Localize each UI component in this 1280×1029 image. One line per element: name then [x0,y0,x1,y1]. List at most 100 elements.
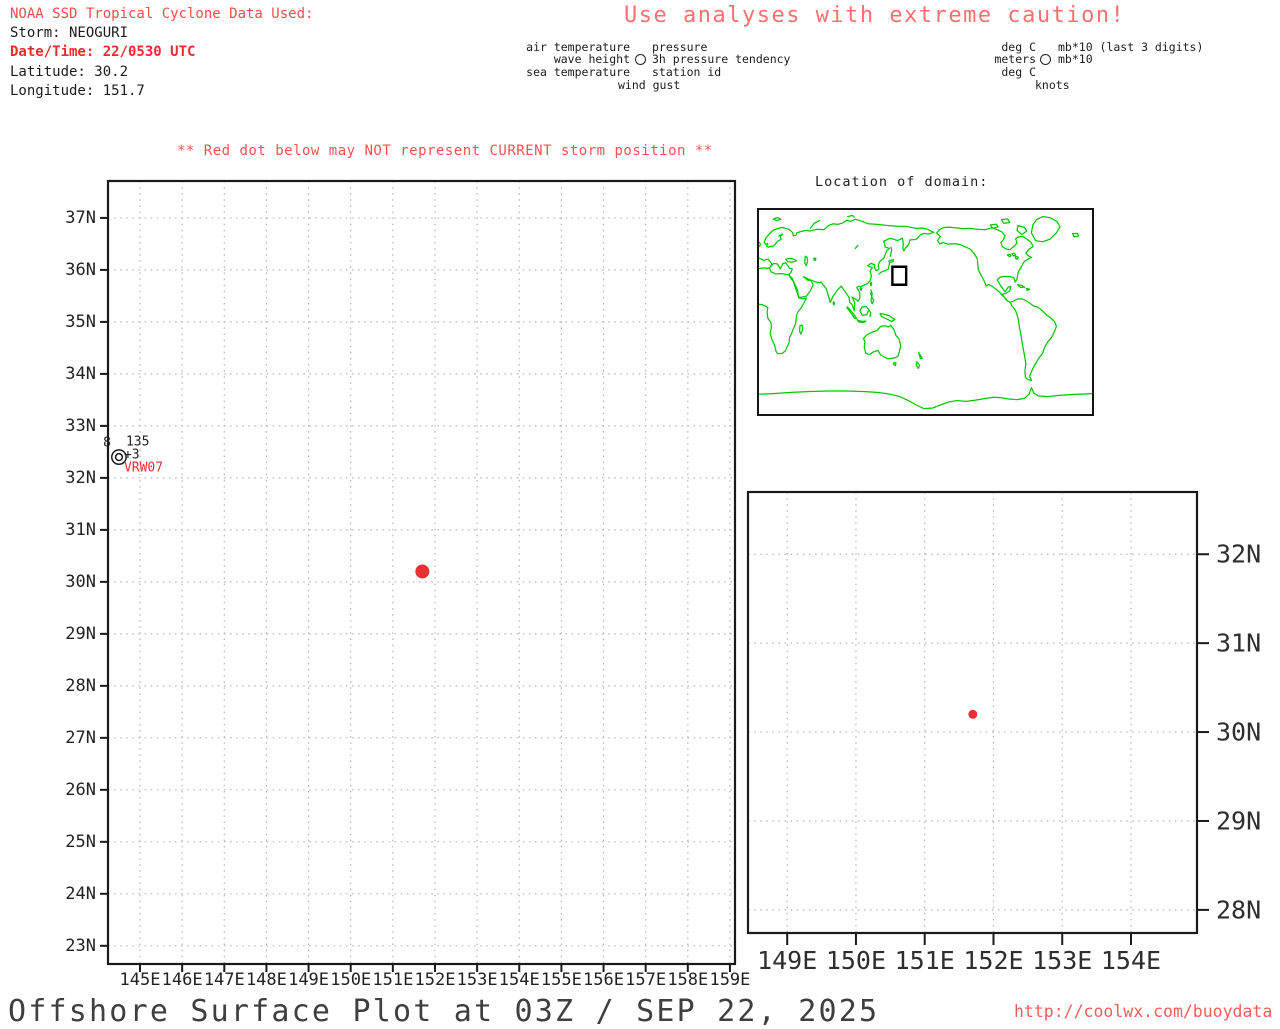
buoy-plot-page: { "header": { "noaa_line": "NOAA SSD Tro… [0,0,1280,1029]
station-circle-icon [1040,54,1051,65]
x-tick-label: 152E [414,970,456,990]
y-tick-label: 32N [1216,539,1262,569]
x-tick-label: 149E [757,946,818,975]
island-new-zealand-north [919,352,923,358]
y-tick-label: 23N [65,935,96,956]
coastline-eurasia-arctic [764,219,934,247]
island-severnaya-zemlya [848,215,854,217]
island-baffin [1017,226,1027,235]
x-tick-label: 150E [825,946,887,975]
coastline-africa [759,268,806,354]
y-tick-label: 32N [65,467,96,488]
y-tick-label: 24N [65,883,96,904]
island-greenland [1031,217,1060,242]
island-sakhalin [890,247,891,256]
y-tick-label: 35N [65,311,96,332]
storm-name-line: Storm: NEOGURI [10,25,129,42]
y-tick-label: 28N [1216,895,1262,925]
map-inset-title: Location of domain: [815,174,989,190]
units-legend-right-column: mb*10 (last 3 digits) mb*10 [1058,41,1203,66]
domain-box [892,267,906,285]
x-tick-label: 153E [1032,946,1093,975]
x-tick-label: 150E [330,970,372,990]
y-tick-label: 31N [1216,628,1262,658]
y-tick-label: 37N [65,207,96,228]
legend-pressure-tendency: 3h pressure tendency [652,52,791,67]
island-iceland [1073,233,1079,236]
island-hispaniola [1026,288,1029,290]
legend-station-id: station id [652,64,722,79]
caution-headline: Use analyses with extreme caution! [624,3,1126,28]
sea-caspian [805,256,808,266]
longitude-line: Longitude: 151.7 [10,82,145,99]
unit-mb10: mb*10 [1058,52,1093,67]
coastline-north-america [937,227,1034,302]
coastline-south-america [1010,299,1056,381]
y-tick-label: 25N [65,831,96,852]
legend-sea-temperature: sea temperature [526,64,630,79]
great-lakes-b [1012,253,1016,256]
great-lakes-a [1007,254,1011,257]
island-ellesmere [1001,219,1009,223]
station-legend-left-column: air temperature wave height sea temperat… [498,41,630,78]
island-sri-lanka [833,302,834,305]
storm-position-warning: ** Red dot below may NOT represent CURRE… [177,143,713,159]
island-borneo [860,307,869,316]
island-sulawesi [869,310,870,316]
y-tick-label: 29N [1216,806,1262,836]
island-cuba [1018,285,1025,288]
x-tick-label: 156E [583,970,625,990]
island-hainan [860,288,862,290]
y-tick-label: 33N [65,415,96,436]
y-tick-label: 27N [65,727,96,748]
x-tick-label: 149E [288,970,330,990]
x-tick-label: 159E [709,970,751,990]
island-svalbard [773,218,780,221]
station-legend-right-column: pressure 3h pressure tendency station id [652,41,790,78]
station-wave-height: 8 [103,435,111,451]
unit-meters: meters [994,52,1036,67]
unit-deg-c-sea: deg C [1001,64,1036,79]
x-tick-label: 154E [1100,946,1162,975]
y-tick-label: 30N [65,571,96,592]
island-madagascar [800,325,803,334]
coastline-eurasia-south [759,232,934,310]
y-tick-label: 31N [65,519,96,540]
island-java [858,320,866,322]
x-tick-label: 155E [540,970,582,990]
island-new-guinea [880,314,895,322]
latitude-line: Latitude: 30.2 [10,63,129,80]
y-tick-label: 26N [65,779,96,800]
x-tick-label: 151E [894,946,955,975]
x-tick-label: 158E [667,970,709,990]
coastline-australia [864,325,901,359]
y-tick-label: 36N [65,259,96,280]
units-legend-left-column: deg C meters deg C [936,41,1036,78]
storm-info-block: NOAA SSD Tropical Cyclone Data Used: Sto… [10,5,313,101]
unit-knots: knots [1035,78,1070,92]
great-lakes-c [1015,256,1018,259]
source-url-link[interactable]: http://coolwx.com/buoydata [1014,1002,1272,1021]
island-sumatra [847,307,857,319]
legend-wind-gust: wind gust [618,78,681,92]
x-tick-label: 147E [203,970,245,990]
lake-baikal [855,245,858,248]
island-taiwan [870,282,871,285]
x-tick-label: 152E [963,946,1024,975]
sea-black [786,258,797,262]
y-tick-label: 29N [65,623,96,644]
storm-position-dot [415,564,430,579]
x-tick-label: 148E [245,970,287,990]
world-map-svg [759,210,1092,414]
island-philippines [870,290,873,304]
x-tick-label: 154E [498,970,540,990]
y-tick-label: 28N [65,675,96,696]
coastline-antarctica [759,388,1092,409]
x-tick-label: 151E [372,970,414,990]
y-tick-label: 34N [65,363,96,384]
island-britain-sliver [759,242,761,246]
storm-position-dot [968,709,978,719]
datetime-line: Date/Time: 22/0530 UTC [10,44,196,61]
island-new-zealand-south [916,362,920,369]
x-tick-label: 146E [161,970,203,990]
